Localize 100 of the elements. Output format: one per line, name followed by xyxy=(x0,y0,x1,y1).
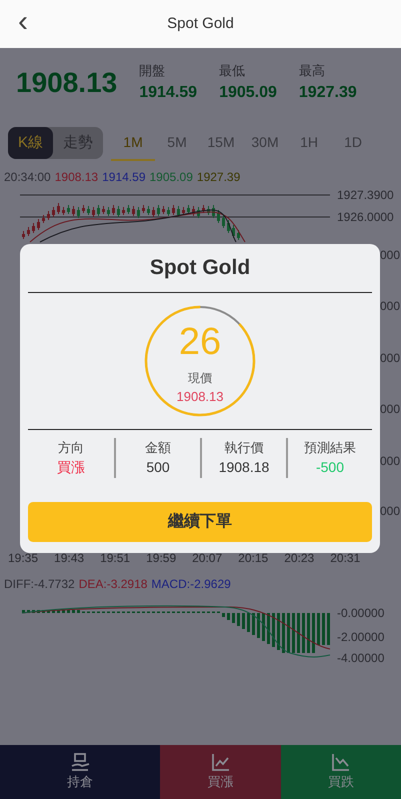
price-axis-label: 000 xyxy=(380,299,400,313)
histogram-bar xyxy=(247,613,250,632)
time-axis-label: 20:23 xyxy=(284,550,314,567)
detail-label: 執行價 xyxy=(224,438,264,456)
hand-box-icon xyxy=(70,752,90,772)
histogram-bar xyxy=(62,610,65,613)
stat-label: 最高 xyxy=(298,62,326,80)
price-axis-label: 000 xyxy=(380,504,400,518)
detail-label: 金額 xyxy=(145,438,171,456)
histogram-bar xyxy=(27,610,30,613)
candlestick xyxy=(122,206,125,216)
candlestick xyxy=(52,206,55,218)
histogram-bar xyxy=(292,613,295,653)
price-axis-label: 1927.3900 xyxy=(337,188,394,202)
histogram-bar xyxy=(272,613,275,647)
histogram-bar xyxy=(327,613,330,645)
rising-chart-icon xyxy=(210,752,231,772)
candlestick xyxy=(217,210,220,224)
bottom-tab[interactable]: 持倉 xyxy=(0,745,160,799)
candlestick xyxy=(177,206,180,218)
histogram-bar xyxy=(297,613,300,653)
time-axis-label: 19:35 xyxy=(8,550,38,567)
histogram-bar xyxy=(262,613,265,641)
candlestick xyxy=(232,224,235,238)
interval-tab[interactable]: 1H xyxy=(287,126,332,160)
candlestick xyxy=(202,204,205,214)
candlestick xyxy=(142,204,145,214)
detail-label: 方向 xyxy=(58,438,84,456)
histogram-bar xyxy=(257,613,260,638)
candlestick xyxy=(32,222,35,234)
histogram-bar xyxy=(307,613,310,653)
falling-chart-icon xyxy=(330,752,352,772)
histogram-bar xyxy=(52,610,55,613)
macd-value: DIFF:-4.7732 xyxy=(4,576,75,593)
histogram-bar xyxy=(232,613,235,623)
macd-axis-label: -4.00000 xyxy=(337,651,384,665)
histogram-bar xyxy=(227,613,230,620)
candlestick xyxy=(87,206,90,216)
stat-value: 1927.39 xyxy=(298,82,357,103)
histogram-bar xyxy=(22,610,25,613)
page-title: Spot Gold xyxy=(167,14,234,34)
time-axis-label: 19:43 xyxy=(54,550,84,567)
price-axis-label: 000 xyxy=(380,454,400,468)
candlestick xyxy=(222,214,225,228)
histogram-bar xyxy=(277,613,280,650)
candlestick xyxy=(57,202,60,214)
candlestick xyxy=(102,206,105,214)
candlestick xyxy=(77,206,80,218)
ohlc-value: 1927.39 xyxy=(196,169,240,186)
candlestick xyxy=(167,206,170,216)
detail-value: 買漲 xyxy=(57,458,85,477)
time-axis-label: 19:59 xyxy=(146,550,176,567)
continue-order-button[interactable]: 繼續下單 xyxy=(28,502,372,542)
histogram-bar xyxy=(252,613,255,635)
candlestick xyxy=(227,220,230,234)
chart-mode-tab[interactable]: K線 xyxy=(8,126,54,160)
histogram-bar xyxy=(37,610,40,613)
time-axis-label: 20:07 xyxy=(192,550,222,567)
candlestick xyxy=(127,204,130,214)
candlestick xyxy=(37,218,40,230)
histogram-bar xyxy=(42,610,45,613)
candlestick xyxy=(82,204,85,214)
histogram-bar xyxy=(242,613,245,629)
interval-tab[interactable]: 1M xyxy=(111,126,156,160)
detail-value: 1908.18 xyxy=(218,458,270,477)
candlestick xyxy=(172,204,175,216)
price-axis-label: 1926.0000 xyxy=(337,210,394,224)
current-price: 1908.13 xyxy=(176,388,224,406)
interval-tab[interactable]: 1D xyxy=(331,126,376,160)
candlestick xyxy=(147,206,150,216)
histogram-bar xyxy=(57,610,60,613)
time-axis-label: 20:15 xyxy=(238,550,268,567)
back-button[interactable]: ‹ xyxy=(12,4,34,40)
current-price: 1908.13 xyxy=(16,66,118,100)
interval-tab[interactable]: 30M xyxy=(243,126,288,160)
candlestick xyxy=(207,206,210,216)
macd-value: DEA:-3.2918 xyxy=(78,576,148,593)
candlestick xyxy=(152,206,155,218)
candlestick xyxy=(237,230,240,240)
candlestick xyxy=(212,204,215,218)
histogram-bar xyxy=(67,610,70,613)
bottom-tab[interactable]: 買漲 xyxy=(160,745,280,799)
candlestick xyxy=(192,206,195,216)
bottom-tab[interactable]: 買跌 xyxy=(280,745,401,799)
interval-tab[interactable]: 15M xyxy=(199,126,244,160)
candlestick xyxy=(132,206,135,216)
histogram-bar xyxy=(72,610,75,613)
countdown-number: 26 xyxy=(178,322,222,361)
histogram-bar xyxy=(237,613,240,626)
macd-axis-label: -0.00000 xyxy=(337,606,384,620)
candlestick xyxy=(92,206,95,218)
candlestick xyxy=(162,206,165,214)
candlestick xyxy=(187,204,190,214)
stat-label: 最低 xyxy=(219,62,246,80)
candlestick xyxy=(27,226,30,236)
interval-tab[interactable]: 5M xyxy=(155,126,200,160)
histogram-bar xyxy=(47,610,50,613)
candlestick xyxy=(137,206,140,218)
detail-value: -500 xyxy=(316,458,344,477)
candlestick xyxy=(62,206,65,216)
